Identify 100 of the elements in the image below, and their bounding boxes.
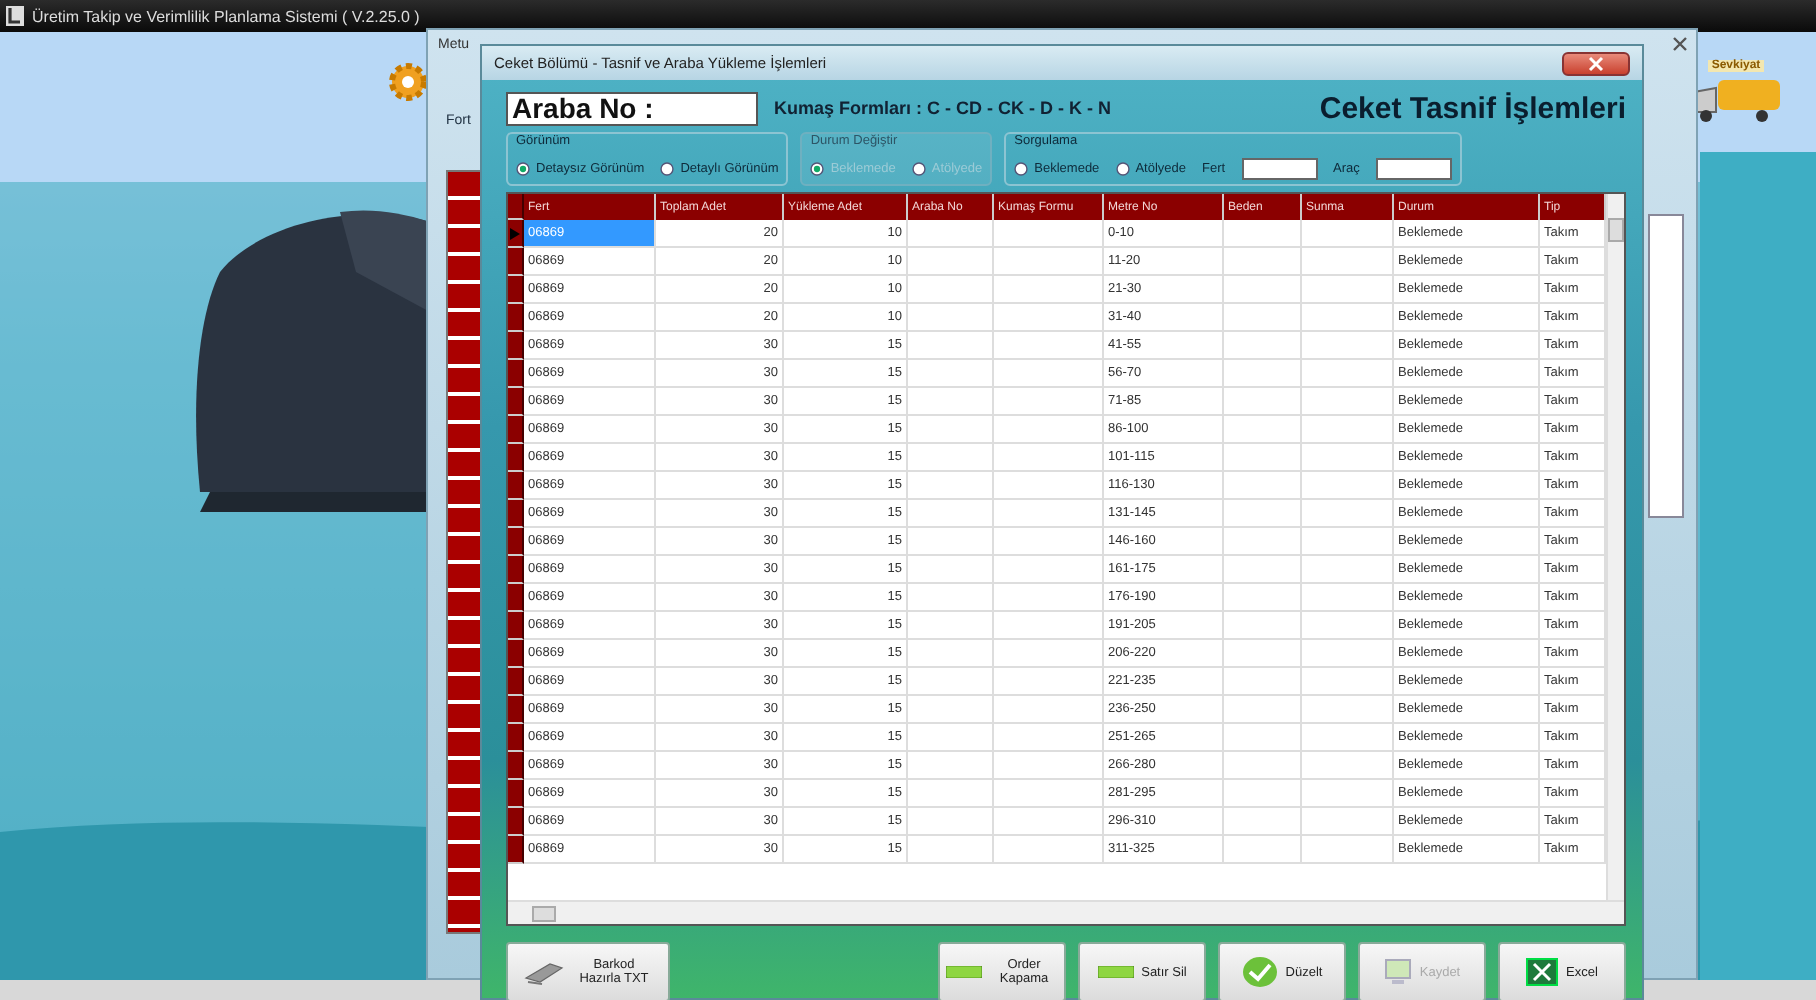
- table-cell: [1224, 472, 1302, 500]
- row-header[interactable]: [508, 752, 524, 780]
- table-cell: [994, 360, 1104, 388]
- row-header[interactable]: [508, 808, 524, 836]
- table-cell: [1302, 416, 1394, 444]
- table-cell: [994, 696, 1104, 724]
- table-cell: [1224, 696, 1302, 724]
- row-header[interactable]: [508, 500, 524, 528]
- table-cell: [1224, 668, 1302, 696]
- table-cell: [1224, 808, 1302, 836]
- table-cell: [1224, 444, 1302, 472]
- table-cell: [908, 556, 994, 584]
- table-cell: [908, 612, 994, 640]
- table-cell: [1302, 808, 1394, 836]
- gear-icon: [386, 60, 430, 104]
- input-field[interactable]: [1241, 157, 1318, 179]
- table-cell: [994, 836, 1104, 864]
- row-header[interactable]: [508, 276, 524, 304]
- table-cell: [908, 332, 994, 360]
- input-field[interactable]: [1375, 157, 1452, 179]
- table-cell: [1302, 276, 1394, 304]
- table-cell: [908, 304, 994, 332]
- table-cell: [994, 248, 1104, 276]
- row-header[interactable]: [508, 584, 524, 612]
- spreadsheet-icon: [1526, 958, 1559, 986]
- table-cell: [994, 332, 1104, 360]
- table-cell: [994, 584, 1104, 612]
- table-cell: [908, 528, 994, 556]
- row-header[interactable]: [508, 332, 524, 360]
- table-cell: [994, 500, 1104, 528]
- row-header[interactable]: [508, 388, 524, 416]
- row-header[interactable]: [508, 696, 524, 724]
- table-cell: [908, 780, 994, 808]
- bar-icon: [1097, 966, 1134, 978]
- app-icon: [6, 6, 24, 26]
- row-header[interactable]: [508, 640, 524, 668]
- row-header[interactable]: [508, 472, 524, 500]
- table-cell: [1224, 584, 1302, 612]
- row-header[interactable]: [508, 444, 524, 472]
- table-cell: [1224, 640, 1302, 668]
- table-cell: [1302, 780, 1394, 808]
- close-icon[interactable]: [1670, 34, 1690, 54]
- table-cell: [994, 724, 1104, 752]
- table-cell: [1302, 668, 1394, 696]
- page-heading: Ceket Tasnif İşlemleri: [1319, 91, 1626, 125]
- table-cell: [1224, 276, 1302, 304]
- row-header[interactable]: [508, 836, 524, 864]
- table-cell: [1302, 388, 1394, 416]
- row-header[interactable]: [508, 724, 524, 752]
- table-cell: [1302, 556, 1394, 584]
- table-cell: [908, 808, 994, 836]
- table-cell: [1224, 528, 1302, 556]
- table-cell: [908, 724, 994, 752]
- table-cell: [1224, 360, 1302, 388]
- grid-corner: [508, 194, 524, 220]
- horizontal-scrollbar[interactable]: [508, 900, 1624, 924]
- table-cell: [908, 472, 994, 500]
- row-header[interactable]: [508, 360, 524, 388]
- row-header[interactable]: [508, 416, 524, 444]
- cart-number-field[interactable]: Araba No :: [506, 91, 758, 125]
- row-header[interactable]: [508, 612, 524, 640]
- row-header[interactable]: [508, 668, 524, 696]
- table-cell: [1224, 752, 1302, 780]
- table-cell: [994, 640, 1104, 668]
- row-header[interactable]: [508, 556, 524, 584]
- table-cell: [1224, 416, 1302, 444]
- table-cell: [908, 388, 994, 416]
- close-button[interactable]: [1562, 51, 1630, 75]
- radio-icon: [1115, 161, 1130, 175]
- table-cell: [1302, 696, 1394, 724]
- table-cell: [994, 220, 1104, 248]
- table-cell: [908, 276, 994, 304]
- table-cell: [1224, 220, 1302, 248]
- table-cell: [1224, 780, 1302, 808]
- table-cell: [908, 752, 994, 780]
- row-header[interactable]: [508, 780, 524, 808]
- vertical-scrollbar[interactable]: [1606, 194, 1624, 900]
- table-cell: [1302, 444, 1394, 472]
- table-cell: [994, 528, 1104, 556]
- table-cell: [1302, 724, 1394, 752]
- table-cell: [908, 836, 994, 864]
- table-cell: [1224, 612, 1302, 640]
- table-cell: [908, 416, 994, 444]
- table-cell: [908, 360, 994, 388]
- table-cell: [908, 220, 994, 248]
- row-header[interactable]: [508, 248, 524, 276]
- radio-icon: [810, 161, 825, 175]
- app-title: Üretim Takip ve Verimlilik Planlama Sistemi ( V.2.25.0 ): [32, 7, 420, 25]
- table-cell: [1302, 612, 1394, 640]
- table-cell: [1302, 360, 1394, 388]
- table-cell: [1302, 752, 1394, 780]
- radio-icon: [1014, 161, 1029, 175]
- row-header[interactable]: [508, 528, 524, 556]
- table-cell: [994, 780, 1104, 808]
- row-header[interactable]: [508, 220, 524, 248]
- table-cell: [1224, 332, 1302, 360]
- table-cell: [994, 388, 1104, 416]
- row-header[interactable]: [508, 304, 524, 332]
- check-icon: [1241, 956, 1278, 988]
- row-marker-icon: [510, 227, 520, 239]
